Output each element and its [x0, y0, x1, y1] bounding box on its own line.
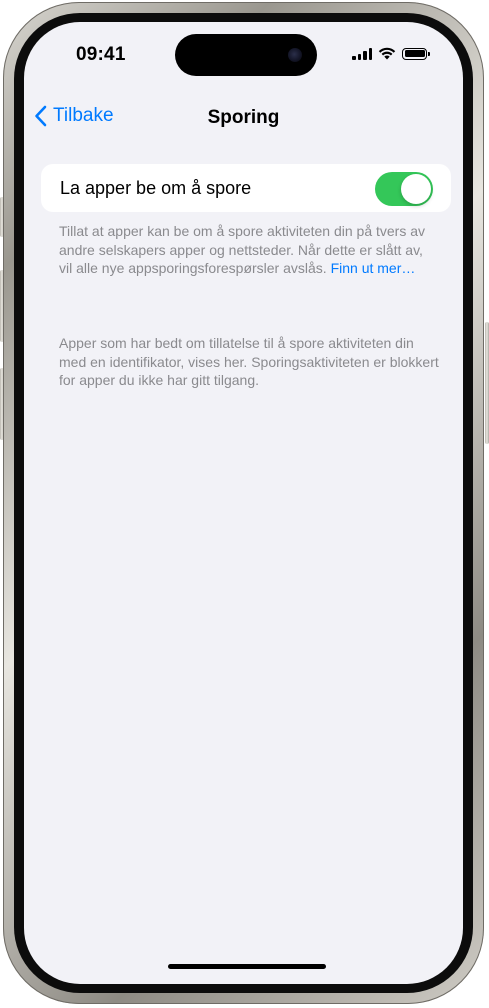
dynamic-island [175, 34, 317, 76]
apps-list-footer: Apper som har bedt om tillatelse til å s… [59, 335, 439, 388]
toggle-knob [401, 174, 431, 204]
power-button[interactable] [485, 322, 489, 444]
phone-bezel: 09:41 Tilbake Sporing La apper be om å s… [14, 13, 473, 993]
camera-icon [288, 48, 302, 62]
battery-icon [402, 47, 430, 60]
learn-more-link[interactable]: Finn ut mer… [331, 260, 416, 276]
phone-frame: 09:41 Tilbake Sporing La apper be om å s… [3, 2, 484, 1004]
screen: 09:41 Tilbake Sporing La apper be om å s… [24, 22, 463, 984]
tracking-setting-label: La apper be om å spore [60, 178, 252, 198]
allow-tracking-toggle[interactable] [375, 172, 433, 206]
status-icons [352, 47, 430, 60]
page-title: Sporing [207, 107, 280, 128]
signal-icon [352, 47, 372, 60]
tracking-setting-row: La apper be om å spore [41, 164, 451, 212]
tracking-footer-text: Tillat at apper kan be om å spore aktivi… [59, 222, 439, 278]
home-indicator[interactable] [168, 964, 326, 969]
wifi-icon [378, 47, 396, 60]
status-time: 09:41 [76, 44, 126, 65]
